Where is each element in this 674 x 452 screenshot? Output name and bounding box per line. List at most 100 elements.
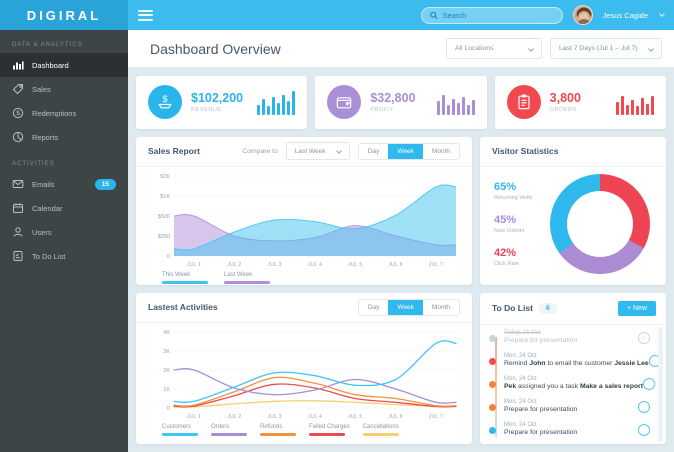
todo-list-panel: To Do List 6 + New Today, 21 Oct Prepare… bbox=[480, 292, 666, 444]
svg-text:3K: 3K bbox=[163, 349, 170, 355]
visitor-statistics-panel: Visitor Statistics 65% Returning Visits … bbox=[480, 136, 666, 285]
svg-text:JUL 3: JUL 3 bbox=[268, 414, 282, 420]
location-filter-select[interactable]: All Locations bbox=[446, 38, 542, 59]
todo-checkbox[interactable]: ✓ bbox=[638, 423, 650, 436]
legend-failed-charges: Failed Charges bbox=[309, 423, 350, 430]
date-range-select[interactable]: Last 7 Days (Jul 1 – Jul 7) bbox=[550, 38, 662, 59]
dollar-circle-icon: $ bbox=[12, 107, 24, 119]
tag-icon bbox=[12, 84, 23, 95]
svg-text:$: $ bbox=[16, 110, 20, 117]
profit-sparkline bbox=[436, 89, 475, 116]
sidebar-item-users[interactable]: Users bbox=[0, 220, 128, 244]
orders-card[interactable]: 3,800 ORDERS bbox=[494, 76, 666, 129]
sidebar-item-todo-list[interactable]: To Do List bbox=[0, 244, 128, 268]
todo-date: Mon, 24 Oct bbox=[504, 398, 537, 405]
svg-text:$500: $500 bbox=[158, 214, 170, 220]
activities-period-toggle: Day Week Month bbox=[357, 298, 460, 316]
legend-cancellations: Cancellations bbox=[362, 423, 399, 430]
todo-item[interactable]: Mon, 24 Oct Pek assigned you a task Make… bbox=[480, 373, 666, 396]
sidebar-item-dashboard[interactable]: Dashboard bbox=[0, 53, 128, 77]
sales-report-title: Sales Report bbox=[148, 146, 200, 157]
search-box[interactable] bbox=[420, 6, 563, 24]
svg-text:JUL 4: JUL 4 bbox=[308, 262, 322, 268]
toggle-week[interactable]: Week bbox=[388, 299, 423, 315]
toggle-week[interactable]: Week bbox=[388, 143, 423, 159]
profit-card[interactable]: $32,800 PROFIT bbox=[315, 76, 487, 129]
sidebar-section-data-analytics: DATA & ANALYTICS bbox=[12, 42, 83, 48]
new-todo-button[interactable]: + New bbox=[617, 300, 656, 316]
todo-checkbox[interactable]: ✓ bbox=[638, 400, 650, 413]
svg-text:JUL 6: JUL 6 bbox=[388, 262, 402, 268]
sidebar-item-emails[interactable]: Emails 15 bbox=[0, 172, 128, 196]
search-icon bbox=[429, 11, 438, 19]
sidebar-item-reports[interactable]: Reports bbox=[0, 125, 128, 149]
revenue-value: $102,200 bbox=[191, 91, 244, 106]
checklist-icon bbox=[13, 251, 23, 261]
stat-cards-row: $ $102,200 REVENUE $32,800 PROFIT 3,800 … bbox=[136, 76, 666, 129]
sidebar: DATA & ANALYTICS Dashboard Sales $ Redem… bbox=[0, 30, 128, 452]
todo-item[interactable]: Mon, 24 Oct Prepare for presentation ✓ bbox=[480, 396, 666, 419]
user-menu-chevron-icon[interactable] bbox=[659, 11, 665, 17]
svg-text:JUL 6: JUL 6 bbox=[388, 414, 402, 420]
compare-period-select[interactable]: Last Week bbox=[285, 142, 350, 161]
toggle-day[interactable]: Day bbox=[358, 143, 389, 159]
revenue-label: REVENUE bbox=[191, 107, 222, 114]
legend-this-week: This Week bbox=[162, 271, 191, 278]
avatar[interactable] bbox=[572, 5, 593, 25]
scrollbar-track[interactable] bbox=[658, 326, 663, 442]
orders-value: 3,800 bbox=[549, 91, 581, 106]
visitor-statistics-title: Visitor Statistics bbox=[492, 146, 559, 157]
sidebar-item-calendar[interactable]: Calendar bbox=[0, 196, 128, 220]
toggle-month[interactable]: Month bbox=[422, 299, 459, 315]
legend-refunds: Refunds bbox=[260, 423, 283, 430]
svg-text:JUL 1: JUL 1 bbox=[187, 262, 201, 268]
chevron-down-icon bbox=[528, 45, 534, 52]
legend-last-week: Last Week bbox=[224, 271, 253, 278]
svg-text:0: 0 bbox=[167, 254, 170, 260]
todo-status-dot bbox=[489, 426, 496, 434]
svg-text:JUL 5: JUL 5 bbox=[348, 414, 362, 420]
activities-legend: Customers Orders Refunds Failed Charges … bbox=[136, 421, 472, 437]
todo-text: Remind John to email the customer Jessie… bbox=[504, 360, 649, 368]
todo-text: Prepare for presentation bbox=[504, 337, 578, 345]
todo-status-dot bbox=[489, 334, 496, 342]
todo-date: Mon, 24 Oct bbox=[504, 375, 537, 382]
envelope-icon bbox=[12, 180, 24, 188]
chevron-down-icon bbox=[336, 148, 342, 155]
todo-checkbox[interactable]: ✓ bbox=[638, 331, 650, 344]
sidebar-item-sales[interactable]: Sales bbox=[0, 77, 128, 101]
todo-date: Mon, 24 Oct bbox=[504, 352, 537, 359]
app-window: DIGIRAL Jesus Cagide DATA & ANALYTICS Da… bbox=[0, 0, 674, 452]
latest-activities-title: Lastest Activities bbox=[148, 302, 218, 313]
legend-customers: Customers bbox=[162, 423, 192, 430]
wallet-icon bbox=[327, 85, 362, 120]
revenue-sparkline bbox=[257, 89, 296, 116]
sidebar-item-redemptions[interactable]: $ Redemptions bbox=[0, 101, 128, 125]
new-visitors-label: New Visitors bbox=[494, 227, 525, 234]
todo-item[interactable]: Today, 21 Oct Prepare for presentation ✓ bbox=[480, 327, 666, 350]
todo-status-dot bbox=[489, 403, 496, 411]
toggle-day[interactable]: Day bbox=[358, 299, 389, 315]
toggle-month[interactable]: Month bbox=[422, 143, 459, 159]
sales-report-chart: 0 $250 $500 $1K $2K JUL 1 JUL 2 JUL 3 JUL 4 JUL 5… bbox=[158, 174, 458, 268]
todo-text: Prepare for presentation bbox=[504, 429, 578, 437]
bar-chart-icon bbox=[13, 61, 24, 70]
chevron-down-icon bbox=[648, 45, 654, 52]
svg-text:1K: 1K bbox=[163, 387, 170, 393]
main-content: Dashboard Overview All Locations Last 7 … bbox=[128, 30, 674, 452]
search-input[interactable] bbox=[442, 10, 554, 20]
click-rate-value: 42% bbox=[494, 246, 517, 259]
sales-legend: This Week Last Week bbox=[136, 269, 472, 285]
svg-text:$250: $250 bbox=[158, 234, 170, 240]
page-header: Dashboard Overview All Locations Last 7 … bbox=[128, 30, 674, 68]
todo-count-badge: 6 bbox=[538, 302, 557, 314]
user-name[interactable]: Jesus Cagide bbox=[603, 11, 648, 20]
todo-list-title: To Do List bbox=[492, 303, 533, 314]
svg-text:JUL 3: JUL 3 bbox=[268, 262, 282, 268]
todo-item[interactable]: Mon, 24 Oct Prepare for presentation ✓ bbox=[480, 419, 666, 442]
todo-item[interactable]: Mon, 24 Oct Remind John to email the cus… bbox=[480, 350, 666, 373]
revenue-card[interactable]: $ $102,200 REVENUE bbox=[136, 76, 308, 129]
todo-checkbox[interactable]: ✓ bbox=[643, 377, 656, 390]
top-bar: Jesus Cagide bbox=[128, 0, 674, 30]
menu-toggle-icon[interactable] bbox=[138, 9, 153, 21]
